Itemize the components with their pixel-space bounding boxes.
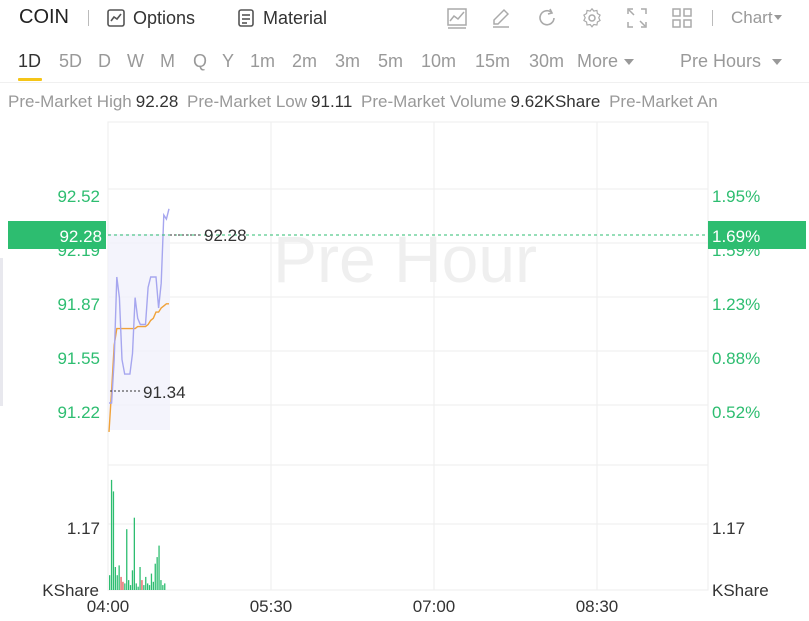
price-tick-label: 91.55 <box>57 349 100 368</box>
volume-bar <box>141 580 143 590</box>
volume-bar <box>135 583 137 590</box>
volume-bar <box>164 583 166 590</box>
volume-bar <box>133 517 135 590</box>
volume-bar <box>139 567 141 590</box>
volume-bar <box>109 575 111 590</box>
volume-bar <box>152 581 154 590</box>
volume-bar <box>148 585 151 590</box>
volume-bar <box>150 573 153 590</box>
volume-bar <box>147 583 149 590</box>
volume-bar <box>126 529 128 590</box>
high-price-label: 92.28 <box>204 226 247 245</box>
price-tick-label: 92.52 <box>57 187 100 206</box>
volume-tick-right: 1.17 <box>712 519 745 538</box>
volume-bar <box>114 567 116 590</box>
volume-unit-right: KShare <box>712 581 769 600</box>
volume-bar <box>154 563 156 590</box>
watermark: Pre Hour <box>273 222 537 296</box>
pct-tick-label: 1.23% <box>712 295 760 314</box>
current-pct-value: 1.69% <box>712 227 760 246</box>
chart-grid <box>107 121 709 591</box>
volume-bar <box>124 583 126 590</box>
price-tick-label: 91.22 <box>57 403 100 422</box>
time-tick-label: 05:30 <box>250 597 293 616</box>
price-tick-label: 91.87 <box>57 295 100 314</box>
volume-bar <box>131 570 134 590</box>
volume-bar <box>160 580 162 590</box>
volume-bar <box>143 585 145 590</box>
volume-bars <box>109 479 166 590</box>
volume-unit-left: KShare <box>42 581 99 600</box>
volume-bar <box>112 491 115 590</box>
pct-tick-label: 0.88% <box>712 349 760 368</box>
price-chart[interactable]: Pre Hour 04:00 05:30 07:00 08:3092.52 1.95%9… <box>0 0 809 621</box>
volume-bar <box>158 545 160 590</box>
current-price-value: 92.28 <box>59 227 102 246</box>
volume-bar <box>156 557 158 590</box>
volume-bar <box>128 580 130 590</box>
volume-bar <box>110 479 113 590</box>
volume-bar <box>137 586 139 590</box>
time-tick-label: 08:30 <box>576 597 619 616</box>
time-tick-label: 07:00 <box>413 597 456 616</box>
volume-bar <box>162 585 164 590</box>
volume-bar <box>122 581 124 590</box>
low-price-label: 91.34 <box>143 383 186 402</box>
volume-bar <box>145 576 147 590</box>
volume-bar <box>129 585 132 590</box>
pct-tick-label: 0.52% <box>712 403 760 422</box>
volume-bar <box>116 575 118 590</box>
pct-tick-label: 1.95% <box>712 187 760 206</box>
volume-tick-left: 1.17 <box>67 519 100 538</box>
plot-border <box>107 121 709 591</box>
volume-bar <box>118 565 120 590</box>
volume-bar <box>120 576 122 590</box>
